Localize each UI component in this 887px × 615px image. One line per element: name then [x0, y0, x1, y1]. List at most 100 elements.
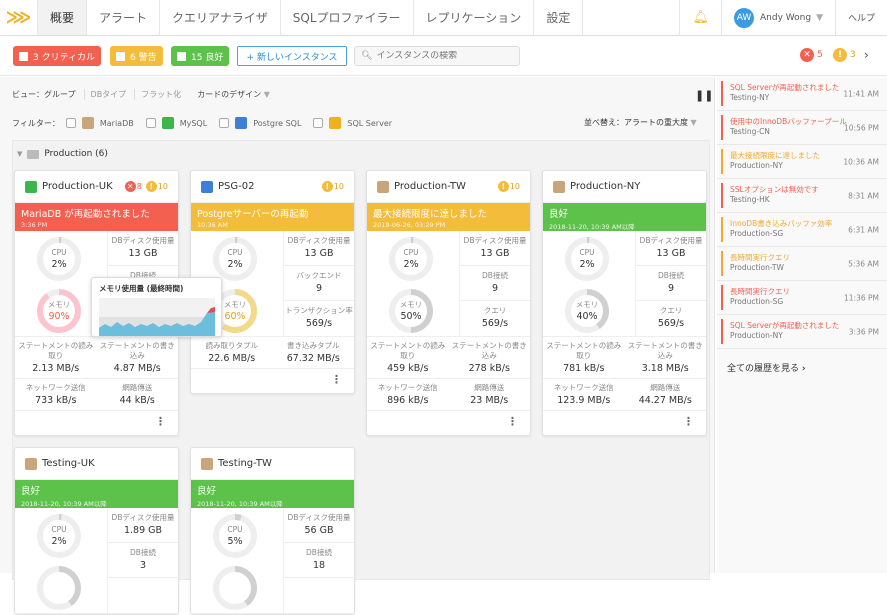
- alert-time: 10:56 PM: [844, 123, 879, 132]
- status-banner[interactable]: 良好 2018-11-20, 10:39 AM以降: [543, 203, 706, 231]
- warning-badge[interactable]: ! 10: [321, 181, 344, 192]
- instance-card[interactable]: Production-NY 良好 2018-11-20, 10:39 AM以降 C…: [542, 170, 707, 436]
- sqlserver-icon: [329, 117, 342, 129]
- app-logo[interactable]: ⋙: [0, 0, 38, 35]
- cpu-value: 5%: [227, 536, 243, 547]
- filter-good-button[interactable]: 15 良好: [171, 46, 230, 66]
- status-banner[interactable]: Postgreサーバーの再起動 10:36 AM: [191, 203, 354, 231]
- filter-warning-button[interactable]: 6 警告: [110, 46, 163, 66]
- more-options-icon[interactable]: ⋮: [15, 411, 178, 435]
- search-input[interactable]: [376, 51, 517, 61]
- cpu-gauge: CPU 2%: [35, 512, 83, 560]
- instance-search[interactable]: 🔍︎: [354, 46, 520, 66]
- card-design-dropdown[interactable]: カードのデザイン ▼: [197, 89, 270, 100]
- alert-item[interactable]: SQL Serverが再起動されました Testing-NY 11:41 AM: [717, 77, 887, 111]
- new-instance-button[interactable]: + 新しいインスタンス: [237, 46, 347, 66]
- metric-cell: クエリ 569/s: [636, 301, 706, 336]
- tab-sql-profiler[interactable]: SQLプロファイラー: [281, 0, 414, 35]
- error-count[interactable]: ✕ 5: [800, 48, 823, 62]
- pause-icon[interactable]: ❚❚: [695, 89, 713, 102]
- tab-alerts[interactable]: アラート: [87, 0, 161, 35]
- view-all-label: 全ての履歴を見る: [727, 364, 800, 374]
- mariadb-icon: [81, 117, 94, 129]
- mysql-icon: [161, 117, 174, 129]
- status-title: Postgreサーバーの再起動: [197, 209, 309, 220]
- warning-badge[interactable]: ! 10: [497, 181, 520, 192]
- metric-label: クエリ: [483, 306, 507, 315]
- help-link[interactable]: ヘルプ: [834, 0, 887, 35]
- metric-row: ネットワーク送信 733 kB/s 網路傳送 44 kB/s: [15, 379, 178, 411]
- filter-sqlserver-checkbox[interactable]: [313, 118, 324, 128]
- tab-query-analyzer[interactable]: クエリアナライザ: [160, 0, 281, 35]
- metric-cell: ステートメントの読み取り 781 kB/s: [543, 337, 625, 378]
- cpu-value: 2%: [51, 536, 67, 547]
- cpu-gauge: CPU 2%: [35, 235, 83, 283]
- instance-card[interactable]: Production-TW! 10 最大接続限度に達しました 2019-06-26,…: [366, 170, 531, 436]
- error-badge[interactable]: ✕ 8: [124, 181, 142, 192]
- postgres-icon: [201, 180, 213, 193]
- view-flat[interactable]: フラット化: [134, 89, 181, 100]
- metric-row: ステートメントの読み取り 781 kB/s ステートメントの書き込み 3.18 MB/…: [543, 337, 706, 379]
- toolbar: 3 クリティカル 6 警告 15 良好 + 新しいインスタンス 🔍︎ ✕5 !3…: [0, 36, 887, 76]
- tab-settings[interactable]: 設定: [534, 0, 584, 35]
- chevron-right-icon: ›: [801, 364, 806, 374]
- status-banner[interactable]: MariaDB が再起動されました 3:36 PM: [15, 203, 178, 231]
- metric-cell: 書き込みタプル 67.32 MB/s: [273, 337, 355, 368]
- chevron-down-icon: ▼: [690, 118, 697, 127]
- group-header[interactable]: ▼ Production (6): [17, 149, 108, 159]
- filter-mysql-checkbox[interactable]: [145, 118, 156, 128]
- metric-value: 278 kB/s: [468, 363, 510, 374]
- alert-item[interactable]: SSLオプションは無効です Testing-HK 8:31 AM: [717, 179, 887, 213]
- view-dbtype[interactable]: DBタイプ: [83, 89, 126, 100]
- more-options-icon[interactable]: ⋮: [191, 369, 354, 393]
- metric-value: 459 kB/s: [387, 363, 429, 374]
- metric-label: ステートメントの書き込み: [627, 341, 703, 360]
- metric-value: 56 GB: [304, 525, 334, 536]
- alert-item[interactable]: 使用中のInnoDBバッファープール Testing-CN 10:56 PM: [717, 111, 887, 145]
- view-all-history-link[interactable]: 全ての履歴を見る ›: [717, 349, 887, 386]
- alert-item[interactable]: 長時間実行クエリ Production-SG 11:36 PM: [717, 281, 887, 315]
- instance-name[interactable]: Production-UK: [42, 181, 121, 192]
- checkbox[interactable]: [116, 51, 125, 61]
- instance-name[interactable]: Production-TW: [394, 181, 494, 192]
- alert-item[interactable]: 長時間実行クエリ Production-TW 5:36 AM: [717, 247, 887, 281]
- notification-bell-icon[interactable]: 🔔︎: [679, 0, 721, 35]
- more-options-icon[interactable]: ⋮: [543, 411, 706, 435]
- mem-gauge: メモリ 90%: [35, 287, 83, 335]
- filter-critical-button[interactable]: 3 クリティカル: [13, 46, 102, 66]
- instance-name[interactable]: Production-NY: [570, 181, 696, 192]
- metric-label: ステートメントの書き込み: [451, 341, 527, 360]
- mem-value: 40%: [576, 311, 598, 322]
- alert-item[interactable]: 最大接続限度に達しました Production-NY 10:36 AM: [717, 145, 887, 179]
- user-menu[interactable]: AW Andy Wong ▼: [721, 0, 835, 35]
- view-group[interactable]: グループ: [44, 90, 76, 99]
- instance-name[interactable]: PSG-02: [218, 181, 318, 192]
- status-banner[interactable]: 最大接続限度に達しました 2019-06-26, 03:29 PM: [367, 203, 530, 231]
- filter-postgres-checkbox[interactable]: [219, 118, 230, 128]
- metric-cell: DBディスク使用量 1.89 GB: [108, 508, 178, 543]
- instance-name[interactable]: Testing-TW: [218, 458, 344, 469]
- filter-mariadb-checkbox[interactable]: [65, 118, 76, 128]
- checkbox[interactable]: [177, 51, 186, 61]
- warning-count[interactable]: ! 3: [833, 48, 856, 62]
- alert-item[interactable]: InnoDB書き込みバッファ効率 Production-SG 6:31 AM: [717, 213, 887, 247]
- gauge-grid: CPU 5% DBディスク使用量 56 GB DB接続 18: [191, 508, 354, 614]
- cpu-gauge: CPU 2%: [563, 235, 611, 283]
- card-header: Testing-UK: [15, 448, 178, 480]
- alert-item[interactable]: SQL Serverが再起動されました Production-NY 3:36 PM: [717, 315, 887, 349]
- instance-card[interactable]: Testing-UK 良好 2018-11-20, 10:39 AM以降 CPU 2…: [14, 447, 179, 615]
- sort-dropdown[interactable]: 並べ替え：アラートの重大度 ▼: [584, 117, 697, 128]
- status-banner[interactable]: 良好 2018-11-20, 10:39 AM以降: [15, 480, 178, 508]
- instance-card[interactable]: Testing-TW 良好 2018-11-20, 10:39 AM以降 CPU 5…: [190, 447, 355, 615]
- status-banner[interactable]: 良好 2018-11-20, 10:39 AM以降: [191, 480, 354, 508]
- tab-overview[interactable]: 概要: [38, 0, 88, 35]
- card-header: Production-NY: [543, 171, 706, 203]
- instance-name[interactable]: Testing-UK: [42, 458, 168, 469]
- status-time: 2018-11-20, 10:39 AM以降: [21, 500, 107, 508]
- metric-label: ネットワーク送信: [377, 383, 438, 392]
- tab-replication[interactable]: レプリケーション: [414, 0, 535, 35]
- chevron-right-icon[interactable]: ›: [864, 48, 869, 62]
- more-options-icon[interactable]: ⋮: [367, 411, 530, 435]
- checkbox[interactable]: [19, 51, 28, 61]
- warning-badge[interactable]: ! 10: [145, 181, 168, 192]
